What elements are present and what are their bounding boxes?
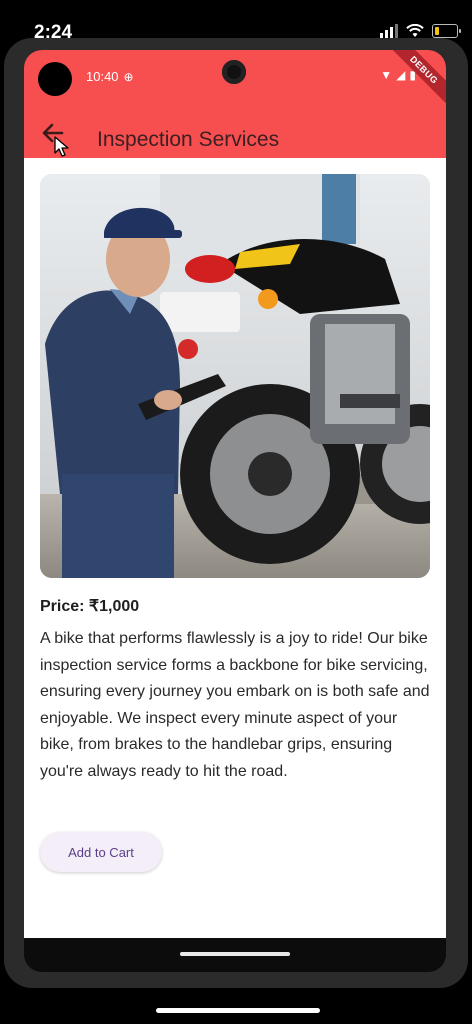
device-home-indicator[interactable] — [156, 1008, 320, 1013]
product-description: A bike that performs flawlessly is a joy… — [40, 630, 430, 780]
status-time: 10:40 — [86, 69, 119, 84]
wifi-status-icon: ▼ — [380, 68, 393, 82]
app-screen: 10:40 ⊕ ▼ ◢ ▮ DEBUG Inspection Services — [24, 50, 446, 972]
settings-status-icon: ⊕ — [123, 69, 134, 84]
signal-icon — [380, 24, 398, 38]
app-status-clock: 10:40 ⊕ — [86, 69, 134, 84]
product-detail: Price: ₹1,000 A bike that performs flawl… — [24, 158, 446, 938]
phone-frame: 10:40 ⊕ ▼ ◢ ▮ DEBUG Inspection Services — [4, 38, 468, 988]
system-nav-bar — [24, 938, 446, 972]
page-title: Inspection Services — [97, 128, 280, 151]
front-camera-cutout — [38, 62, 72, 96]
gesture-handle[interactable] — [180, 952, 290, 956]
battery-icon — [432, 24, 461, 38]
product-image — [40, 174, 430, 578]
wifi-icon — [406, 24, 424, 37]
add-to-cart-button[interactable]: Add to Cart — [40, 832, 162, 872]
device-status-icons — [380, 24, 461, 38]
cursor-icon — [54, 136, 69, 157]
product-price: Price: ₹1,000 — [40, 598, 140, 615]
signal-status-icon: ◢ — [396, 68, 406, 82]
camera-dot — [222, 60, 246, 84]
app-status-icons: ▼ ◢ ▮ — [380, 68, 416, 82]
app-bar: 10:40 ⊕ ▼ ◢ ▮ DEBUG Inspection Services — [24, 50, 446, 158]
